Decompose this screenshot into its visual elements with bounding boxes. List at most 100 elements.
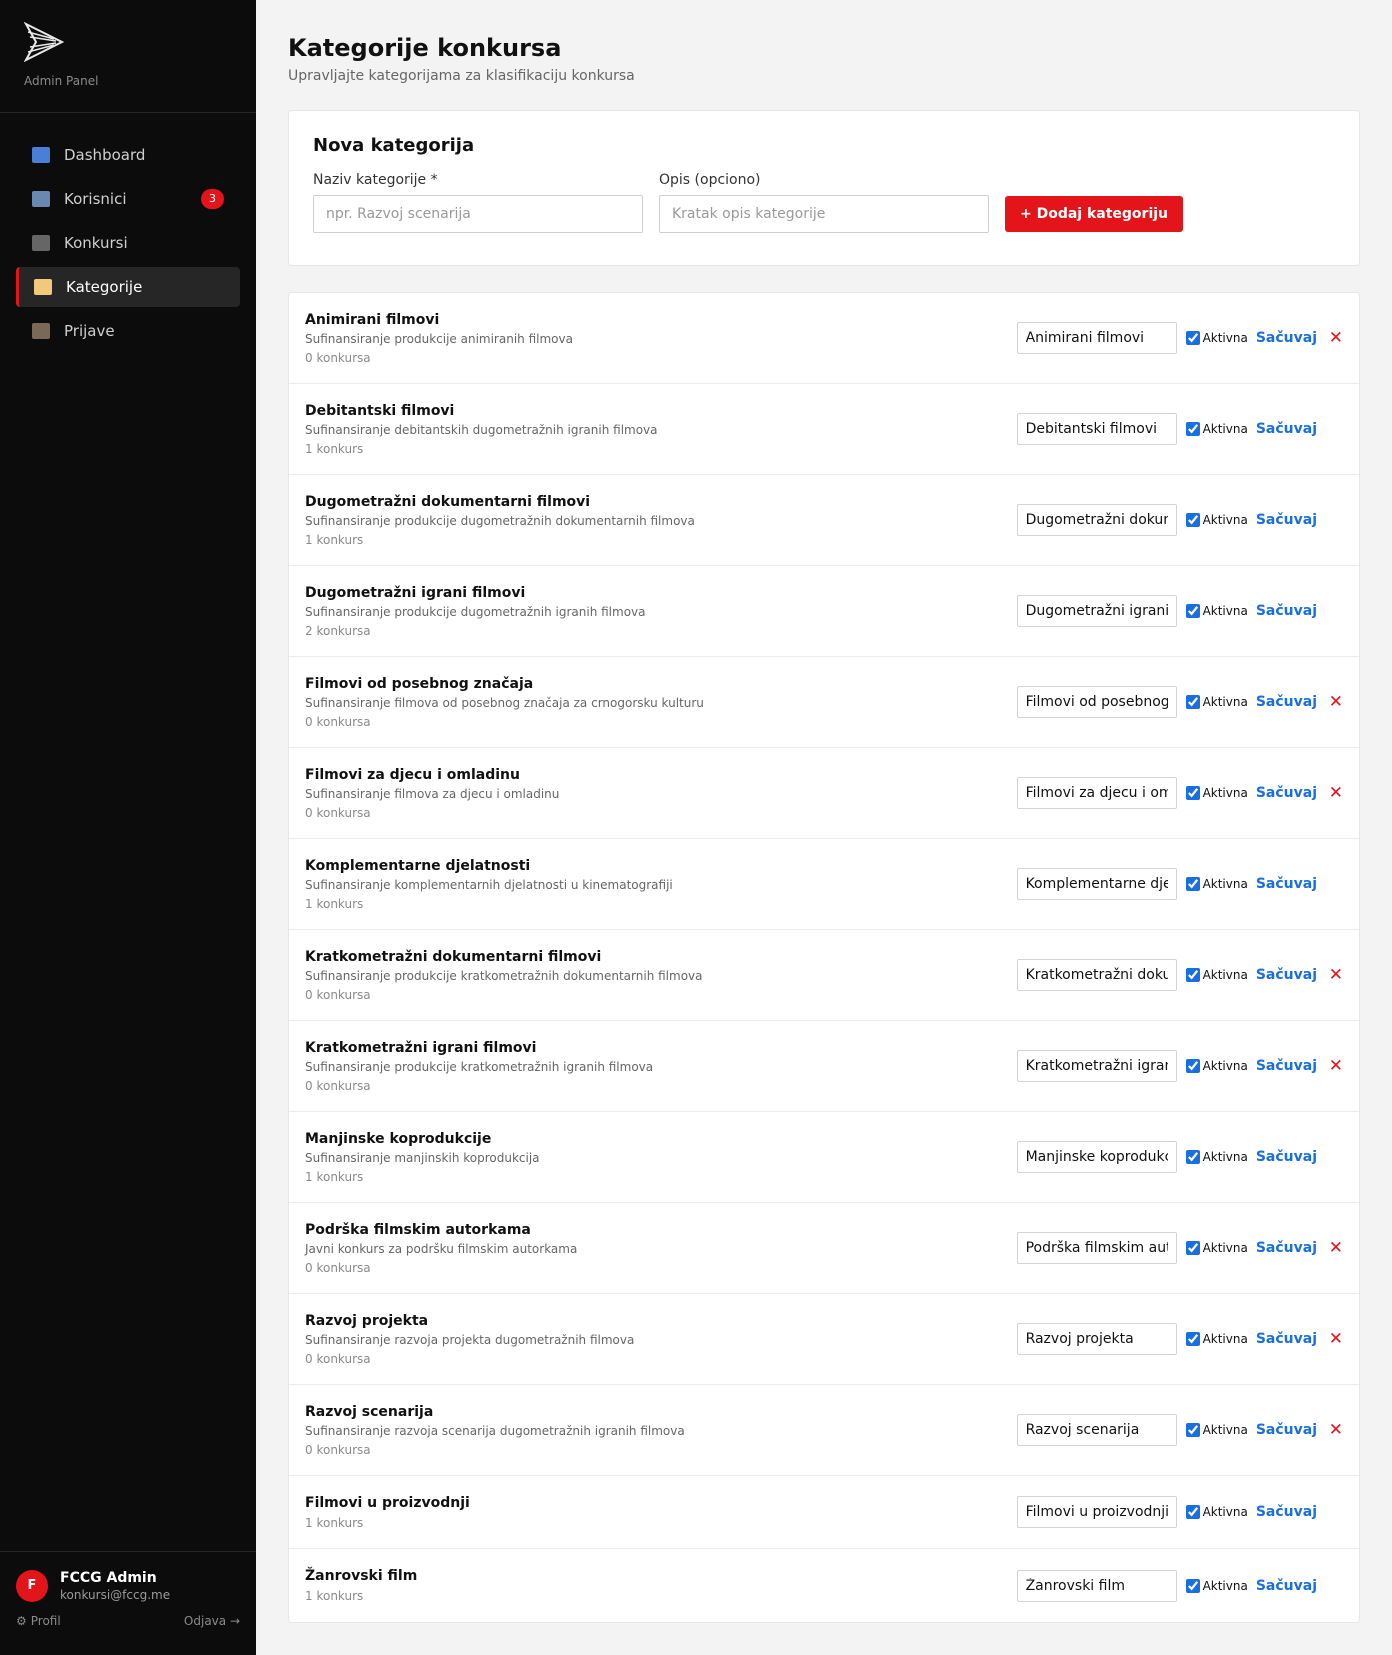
active-checkbox[interactable] <box>1185 695 1200 709</box>
add-category-button[interactable]: + Dodaj kategoriju <box>1005 196 1183 232</box>
active-toggle[interactable]: Aktivna <box>1185 877 1248 891</box>
close-icon[interactable]: ✕ <box>1317 965 1343 985</box>
category-name-edit[interactable] <box>1016 868 1177 900</box>
category-description: Sufinansiranje filmova od posebnog znača… <box>305 695 704 710</box>
category-title: Dugometražni dokumentarni filmovi <box>305 493 591 510</box>
close-icon[interactable]: ✕ <box>1317 1329 1343 1349</box>
category-name-edit[interactable] <box>1016 595 1177 627</box>
active-checkbox[interactable] <box>1185 422 1200 436</box>
category-name-edit[interactable] <box>1016 1496 1177 1528</box>
category-description: Sufinansiranje filmova za djecu i omladi… <box>305 786 560 801</box>
active-toggle[interactable]: Aktivna <box>1185 1241 1248 1255</box>
active-checkbox[interactable] <box>1185 1505 1200 1519</box>
sidebar-item-label: Dashboard <box>64 146 146 164</box>
active-checkbox[interactable] <box>1185 877 1200 891</box>
category-count: 1 konkurs <box>305 532 364 547</box>
active-toggle[interactable]: Aktivna <box>1185 604 1248 618</box>
save-button[interactable]: Sačuvaj <box>1256 1149 1317 1165</box>
category-name-edit[interactable] <box>1016 322 1177 354</box>
active-toggle[interactable]: Aktivna <box>1185 1059 1248 1073</box>
save-button[interactable]: Sačuvaj <box>1256 1058 1317 1074</box>
save-button[interactable]: Sačuvaj <box>1256 512 1317 528</box>
category-name-edit[interactable] <box>1016 686 1177 718</box>
active-checkbox[interactable] <box>1185 1150 1200 1164</box>
sidebar-item-dashboard[interactable]: Dashboard <box>16 135 240 175</box>
category-name-input[interactable] <box>313 195 643 233</box>
category-count: 2 konkursa <box>305 623 371 638</box>
category-name-edit[interactable] <box>1016 1323 1177 1355</box>
active-toggle[interactable]: Aktivna <box>1185 1423 1248 1437</box>
category-name-edit[interactable] <box>1016 504 1177 536</box>
category-description: Sufinansiranje komplementarnih djelatnos… <box>305 877 673 892</box>
active-checkbox[interactable] <box>1185 513 1200 527</box>
category-row: Komplementarne djelatnosti Sufinansiranje… <box>289 839 1359 930</box>
category-name-edit[interactable] <box>1016 1050 1177 1082</box>
close-icon[interactable]: ✕ <box>1317 692 1343 712</box>
sidebar-item-prijave[interactable]: Prijave <box>16 311 240 351</box>
active-checkbox[interactable] <box>1185 331 1200 345</box>
close-icon[interactable]: ✕ <box>1317 1420 1343 1440</box>
category-count: 1 konkurs <box>305 1515 364 1530</box>
active-toggle[interactable]: Aktivna <box>1185 422 1248 436</box>
category-description: Sufinansiranje produkcije dugometražnih … <box>305 513 695 528</box>
description-label: Opis (opciono) <box>659 172 761 188</box>
category-name-edit[interactable] <box>1016 1569 1177 1602</box>
category-name-edit[interactable] <box>1016 1141 1177 1173</box>
active-toggle[interactable]: Aktivna <box>1185 968 1248 982</box>
active-checkbox[interactable] <box>1185 786 1200 800</box>
active-checkbox[interactable] <box>1185 604 1200 618</box>
save-button[interactable]: Sačuvaj <box>1256 1331 1317 1347</box>
category-name-edit[interactable] <box>1016 959 1177 991</box>
save-button[interactable]: Sačuvaj <box>1256 967 1317 983</box>
active-toggle[interactable]: Aktivna <box>1185 1578 1248 1593</box>
sidebar-item-korisnici[interactable]: Korisnici 3 <box>16 179 240 219</box>
category-description: Sufinansiranje produkcije animiranih fil… <box>305 331 573 346</box>
category-description-input[interactable] <box>659 195 989 233</box>
save-button[interactable]: Sačuvaj <box>1256 876 1317 892</box>
category-name-edit[interactable] <box>1016 777 1177 809</box>
category-row: Kratkometražni igrani filmovi Sufinansira… <box>289 1021 1359 1112</box>
active-toggle[interactable]: Aktivna <box>1185 331 1248 345</box>
gear-icon: ⚙ <box>16 1614 27 1628</box>
close-icon[interactable]: ✕ <box>1317 328 1343 348</box>
save-button[interactable]: Sačuvaj <box>1256 330 1317 346</box>
close-icon[interactable]: ✕ <box>1317 783 1343 803</box>
active-checkbox[interactable] <box>1185 1059 1200 1073</box>
active-label: Aktivna <box>1202 877 1248 891</box>
save-button[interactable]: Sačuvaj <box>1256 603 1317 619</box>
save-button[interactable]: Sačuvaj <box>1256 1422 1317 1438</box>
active-toggle[interactable]: Aktivna <box>1185 695 1248 709</box>
save-button[interactable]: Sačuvaj <box>1256 421 1317 437</box>
save-button[interactable]: Sačuvaj <box>1256 1578 1317 1594</box>
sidebar-item-konkursi[interactable]: Konkursi <box>16 223 240 263</box>
save-button[interactable]: Sačuvaj <box>1256 1504 1317 1520</box>
main-content: Kategorije konkursa Upravljajte kategori… <box>256 0 1392 1623</box>
active-label: Aktivna <box>1202 1241 1248 1255</box>
active-toggle[interactable]: Aktivna <box>1185 1332 1248 1346</box>
profile-link[interactable]: ⚙ Profil <box>16 1614 61 1628</box>
active-toggle[interactable]: Aktivna <box>1185 786 1248 800</box>
active-checkbox[interactable] <box>1185 1332 1200 1346</box>
category-count: 1 konkurs <box>305 1589 364 1603</box>
active-checkbox[interactable] <box>1185 1241 1200 1255</box>
sidebar-item-kategorije[interactable]: Kategorije <box>16 267 240 307</box>
save-button[interactable]: Sačuvaj <box>1256 694 1317 710</box>
active-toggle[interactable]: Aktivna <box>1185 1505 1248 1519</box>
close-icon[interactable]: ✕ <box>1317 1056 1343 1076</box>
category-count: 0 konkursa <box>305 1078 371 1093</box>
category-name-edit[interactable] <box>1016 1232 1177 1264</box>
save-button[interactable]: Sačuvaj <box>1256 785 1317 801</box>
active-toggle[interactable]: Aktivna <box>1185 513 1248 527</box>
close-icon[interactable]: ✕ <box>1317 1238 1343 1258</box>
active-checkbox[interactable] <box>1185 1423 1200 1437</box>
category-count: 0 konkursa <box>305 805 371 820</box>
active-checkbox[interactable] <box>1185 1578 1200 1593</box>
category-description: Sufinansiranje razvoja scenarija dugomet… <box>305 1423 685 1438</box>
save-button[interactable]: Sačuvaj <box>1256 1240 1317 1256</box>
active-checkbox[interactable] <box>1185 968 1200 982</box>
active-toggle[interactable]: Aktivna <box>1185 1150 1248 1164</box>
category-name-edit[interactable] <box>1016 413 1177 445</box>
category-count: 0 konkursa <box>305 1260 371 1275</box>
category-name-edit[interactable] <box>1016 1414 1177 1446</box>
logout-link[interactable]: Odjava → <box>184 1614 240 1628</box>
